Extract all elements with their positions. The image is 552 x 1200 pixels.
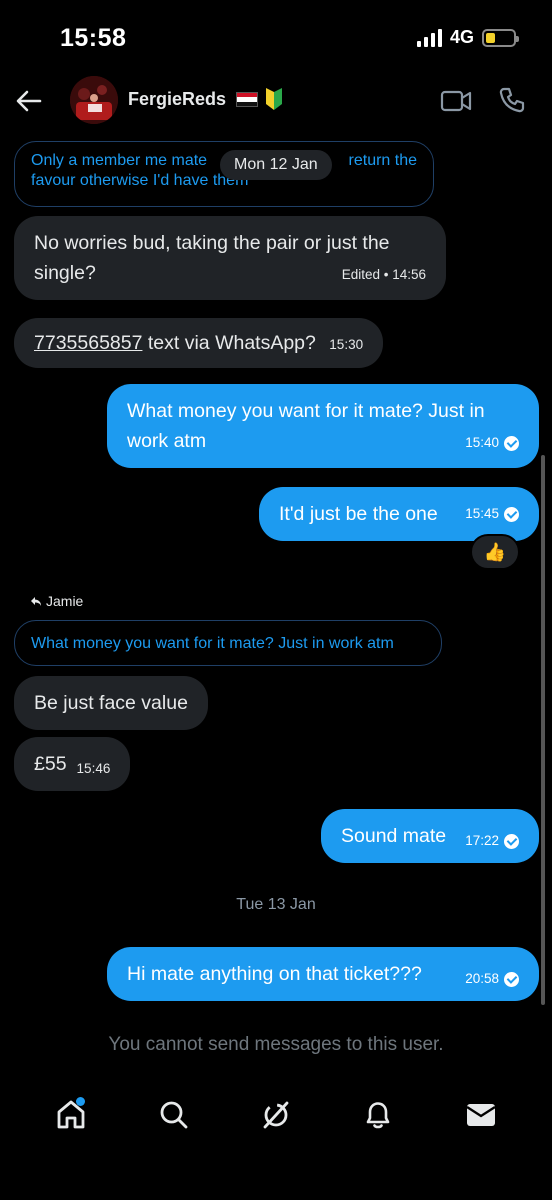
- status-indicators: 4G: [416, 27, 519, 48]
- read-check-icon: [504, 833, 519, 849]
- message-bubble-incoming[interactable]: 7735565857 text via WhatsApp? 15:30: [14, 318, 384, 368]
- status-bar: 15:58 4G: [0, 0, 552, 78]
- video-call-button[interactable]: [440, 88, 472, 114]
- nav-messages[interactable]: [459, 1093, 503, 1137]
- status-time: 15:58: [60, 24, 127, 52]
- cannot-send-notice: You cannot send messages to this user.: [108, 1034, 444, 1055]
- message-time: 15:40: [465, 435, 499, 450]
- battery-icon: [482, 28, 519, 47]
- message-bubble-incoming[interactable]: £55 15:46: [14, 737, 131, 791]
- reply-arrow-icon: [31, 597, 41, 606]
- nav-grok[interactable]: [254, 1093, 298, 1137]
- message-text: Sound mate: [341, 825, 447, 847]
- message-bubble-outgoing[interactable]: Sound mate 17:22: [321, 809, 539, 863]
- beginner-leaf-icon: [266, 88, 282, 110]
- message-time: 20:58: [465, 971, 499, 986]
- message-bubble-incoming[interactable]: No worries bud, taking the pair or just …: [14, 216, 446, 300]
- message-bubble-outgoing[interactable]: It'd just be the one 15:45: [259, 487, 539, 541]
- read-check-icon: [504, 435, 519, 451]
- contact-name[interactable]: FergieReds: [128, 89, 226, 110]
- egypt-flag-icon: [236, 92, 258, 107]
- message-time: 17:22: [465, 833, 499, 848]
- date-pill: Mon 12 Jan: [220, 150, 332, 180]
- date-divider: Tue 13 Jan: [236, 896, 316, 913]
- quoted-reply-text-left: Only a member me mate: [31, 152, 208, 169]
- nav-search[interactable]: [152, 1093, 196, 1137]
- avatar-image: [70, 76, 118, 124]
- nav-home[interactable]: [49, 1093, 93, 1137]
- arrow-left-icon: [16, 90, 42, 112]
- envelope-icon: [466, 1104, 496, 1126]
- message-meta: Edited • 14:56: [341, 267, 426, 282]
- scrollbar[interactable]: [541, 455, 545, 1005]
- quoted-reply-text-right: return the: [348, 152, 417, 169]
- grok-icon: [263, 1101, 289, 1129]
- message-bubble-outgoing[interactable]: Hi mate anything on that ticket??? 20:58: [107, 947, 539, 1001]
- avatar[interactable]: [70, 76, 118, 124]
- search-icon: [160, 1101, 187, 1129]
- message-time: 15:30: [329, 337, 364, 352]
- message-time: 15:46: [76, 761, 111, 776]
- message-text: work atm: [127, 430, 207, 452]
- message-bubble-outgoing[interactable]: What money you want for it mate? Just in…: [107, 384, 539, 468]
- read-check-icon: [504, 971, 519, 987]
- quoted-reply[interactable]: What money you want for it mate? Just in…: [14, 620, 442, 666]
- message-text: What money you want for it mate? Just in: [127, 400, 485, 422]
- video-camera-icon: [440, 90, 472, 112]
- message-text: Hi mate anything on that ticket???: [127, 963, 422, 985]
- bottom-navigation: [0, 1085, 552, 1145]
- message-text: Be just face value: [34, 692, 188, 714]
- thumbs-up-emoji: 👍: [483, 541, 507, 562]
- nav-notifications[interactable]: [356, 1093, 400, 1137]
- message-text: single?: [34, 262, 96, 284]
- reply-label-name: Jamie: [46, 593, 84, 609]
- reply-label: Jamie: [30, 593, 83, 609]
- voice-call-button[interactable]: [498, 86, 526, 114]
- bell-icon: [367, 1102, 390, 1129]
- phone-icon: [499, 87, 525, 113]
- message-text: £55: [34, 753, 67, 775]
- message-text: It'd just be the one: [279, 503, 438, 525]
- message-text: text via WhatsApp?: [142, 332, 316, 354]
- conversation-header: FergieReds: [0, 76, 552, 128]
- read-check-icon: [504, 506, 519, 522]
- phone-number-link[interactable]: 7735565857: [34, 332, 142, 354]
- signal-icon: [416, 28, 442, 47]
- message-text: No worries bud, taking the pair or just …: [34, 232, 390, 254]
- network-label: 4G: [449, 27, 474, 47]
- message-reaction[interactable]: 👍: [470, 534, 520, 570]
- message-bubble-incoming[interactable]: Be just face value: [14, 676, 208, 730]
- quoted-reply-text: What money you want for it mate? Just in…: [31, 635, 394, 652]
- message-time: 15:45: [465, 506, 499, 521]
- back-button[interactable]: [14, 86, 44, 116]
